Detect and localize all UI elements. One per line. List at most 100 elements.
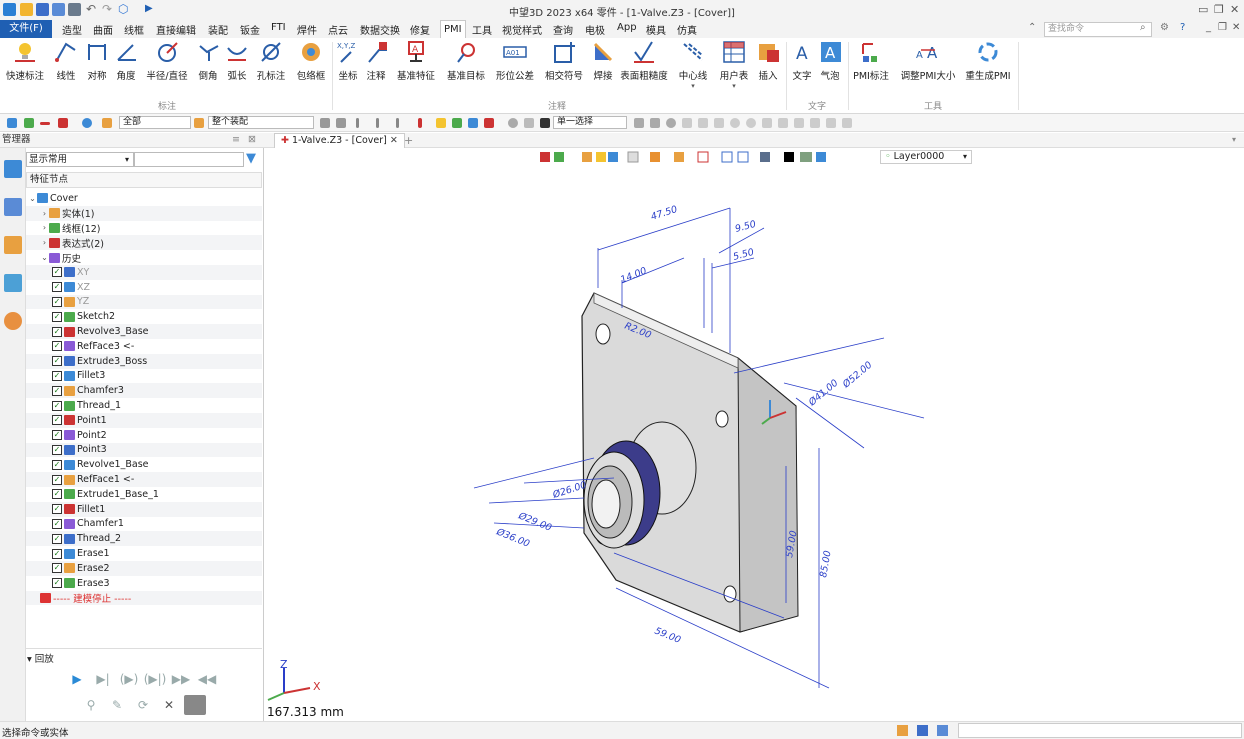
- visibility-checkbox[interactable]: ✓: [52, 282, 62, 293]
- help-icon[interactable]: ?: [1180, 22, 1185, 33]
- bounding-box-button[interactable]: 包络框: [294, 40, 328, 82]
- tool-icon[interactable]: [794, 118, 804, 128]
- status-input[interactable]: [958, 723, 1242, 738]
- status-icon[interactable]: [917, 725, 928, 736]
- stop-icon[interactable]: [184, 695, 206, 715]
- tree-node[interactable]: ⌄ 历史: [26, 250, 262, 265]
- tree-filter-input[interactable]: [134, 152, 244, 167]
- menu-item[interactable]: 钣金: [240, 22, 260, 37]
- visibility-checkbox[interactable]: ✓: [52, 385, 62, 396]
- shape-icon[interactable]: [82, 118, 92, 128]
- collapse-icon[interactable]: ⌄: [40, 253, 49, 262]
- linear-button[interactable]: 线性: [52, 40, 80, 82]
- tree-node[interactable]: ✓ Erase2: [26, 560, 262, 576]
- tool-icon[interactable]: [826, 118, 836, 128]
- tree-node[interactable]: ✓ XY: [26, 264, 262, 280]
- panel-menu-icon[interactable]: ≡: [232, 133, 240, 147]
- tool-icon[interactable]: [762, 118, 772, 128]
- pmi-annotation-button[interactable]: PMI标注: [852, 40, 890, 82]
- visibility-checkbox[interactable]: ✓: [52, 341, 62, 352]
- tool-icon[interactable]: [682, 118, 692, 128]
- tree-node[interactable]: ✓ Sketch2: [26, 309, 262, 324]
- menu-item[interactable]: 修复: [410, 22, 430, 37]
- visibility-checkbox[interactable]: ✓: [52, 474, 62, 485]
- tool-icon[interactable]: [320, 118, 330, 128]
- radius-diameter-button[interactable]: 半径/直径: [144, 40, 190, 82]
- status-icon[interactable]: [897, 725, 908, 736]
- tree-node[interactable]: › 线框(12): [26, 221, 262, 236]
- tool-icon[interactable]: [508, 118, 518, 128]
- visibility-checkbox[interactable]: ✓: [52, 400, 62, 411]
- tool-icon[interactable]: [842, 118, 852, 128]
- search-icon[interactable]: ⌕: [1140, 22, 1146, 33]
- tool-icon[interactable]: [730, 118, 740, 128]
- ribbon-collapse-icon[interactable]: ⌃: [1028, 22, 1036, 33]
- close-tab-icon[interactable]: ✕: [390, 135, 398, 146]
- tool-icon[interactable]: [468, 118, 478, 128]
- filter-select[interactable]: 全部: [119, 116, 191, 129]
- tree-node[interactable]: ✓ YZ: [26, 294, 262, 310]
- tool-icon[interactable]: [484, 118, 494, 128]
- play-pause-icon[interactable]: (▶|): [144, 669, 167, 689]
- file-menu[interactable]: 文件(F): [0, 20, 52, 38]
- menu-item[interactable]: 仿真: [677, 22, 697, 37]
- assembly-select[interactable]: 整个装配: [208, 116, 314, 129]
- 3d-viewport[interactable]: ◦ Layer0000 ▾ 47.50 9.50 5.50 14.00 R2.0…: [264, 148, 1244, 721]
- menu-item[interactable]: 焊件: [297, 22, 317, 37]
- tree-node[interactable]: ✓ Extrude3_Boss: [26, 353, 262, 369]
- tree-node[interactable]: ✓ Erase1: [26, 546, 262, 561]
- tree-node[interactable]: ✓ RefFace1 <-: [26, 472, 262, 487]
- datum-target-button[interactable]: 基准目标: [444, 40, 488, 82]
- menu-item[interactable]: 查询: [553, 22, 573, 37]
- menu-item[interactable]: 数据交换: [360, 22, 400, 37]
- symmetric-button[interactable]: 对称: [84, 40, 110, 82]
- tool-icon[interactable]: [524, 118, 534, 128]
- visibility-checkbox[interactable]: ✓: [52, 356, 62, 367]
- arc-length-button[interactable]: 弧长: [224, 40, 250, 82]
- collapse-icon[interactable]: ⌄: [28, 194, 37, 203]
- tree-node[interactable]: ✓ RefFace3 <-: [26, 339, 262, 354]
- tool-icon[interactable]: [634, 118, 644, 128]
- tab-pmi[interactable]: PMI: [440, 20, 466, 38]
- playback-header[interactable]: ▾ 回放: [27, 651, 54, 665]
- insert-button[interactable]: 插入: [756, 40, 780, 82]
- tool-icon[interactable]: [336, 118, 346, 128]
- visibility-checkbox[interactable]: ✓: [52, 533, 62, 544]
- tree-node[interactable]: ----- 建模停止 -----: [26, 590, 262, 606]
- tree-node[interactable]: ✓ Extrude1_Base_1: [26, 487, 262, 502]
- tree-node[interactable]: ✓ Fillet1: [26, 501, 262, 517]
- tree-node[interactable]: ✓ Point3: [26, 442, 262, 458]
- remove-icon[interactable]: [40, 122, 50, 125]
- tool-icon[interactable]: [778, 118, 788, 128]
- expand-icon[interactable]: ›: [40, 238, 49, 247]
- tab-document[interactable]: ✚ 1-Valve.Z3 - [Cover] ✕: [274, 133, 405, 148]
- menu-item[interactable]: 视觉样式: [502, 22, 542, 37]
- tool-icon[interactable]: [810, 118, 820, 128]
- restore-icon[interactable]: ❐: [1214, 3, 1224, 16]
- menu-item[interactable]: 装配: [208, 22, 228, 37]
- visibility-checkbox[interactable]: ✓: [52, 430, 62, 441]
- menu-item[interactable]: 曲面: [93, 22, 113, 37]
- tool-icon[interactable]: [418, 118, 422, 128]
- tool-icon[interactable]: [452, 118, 462, 128]
- tool-icon[interactable]: [650, 118, 660, 128]
- visibility-checkbox[interactable]: ✓: [52, 504, 62, 515]
- note-button[interactable]: 注释: [364, 40, 388, 82]
- tree-node[interactable]: ✓ Thread_2: [26, 531, 262, 547]
- hole-callout-button[interactable]: 孔标注: [254, 40, 288, 82]
- tree-node[interactable]: ✓ XZ: [26, 280, 262, 295]
- visibility-checkbox[interactable]: ✓: [52, 311, 62, 322]
- tool-icon[interactable]: [356, 118, 359, 128]
- tree-node[interactable]: ✓ Revolve1_Base: [26, 457, 262, 472]
- user-table-button[interactable]: 用户表 ▾: [716, 40, 752, 90]
- user-tab-icon[interactable]: [4, 312, 22, 330]
- view-tab-icon[interactable]: [4, 274, 22, 292]
- tree-node[interactable]: ✓ Chamfer3: [26, 383, 262, 399]
- tool-icon[interactable]: [396, 118, 399, 128]
- doc-restore-icon[interactable]: ❐: [1218, 22, 1227, 33]
- visibility-checkbox[interactable]: ✓: [52, 267, 62, 278]
- datum-feature-button[interactable]: A 基准特征: [394, 40, 438, 82]
- tree-node[interactable]: ✓ Fillet3: [26, 369, 262, 384]
- doc-minimize-icon[interactable]: _: [1206, 22, 1211, 33]
- part-tab-icon[interactable]: [4, 236, 22, 254]
